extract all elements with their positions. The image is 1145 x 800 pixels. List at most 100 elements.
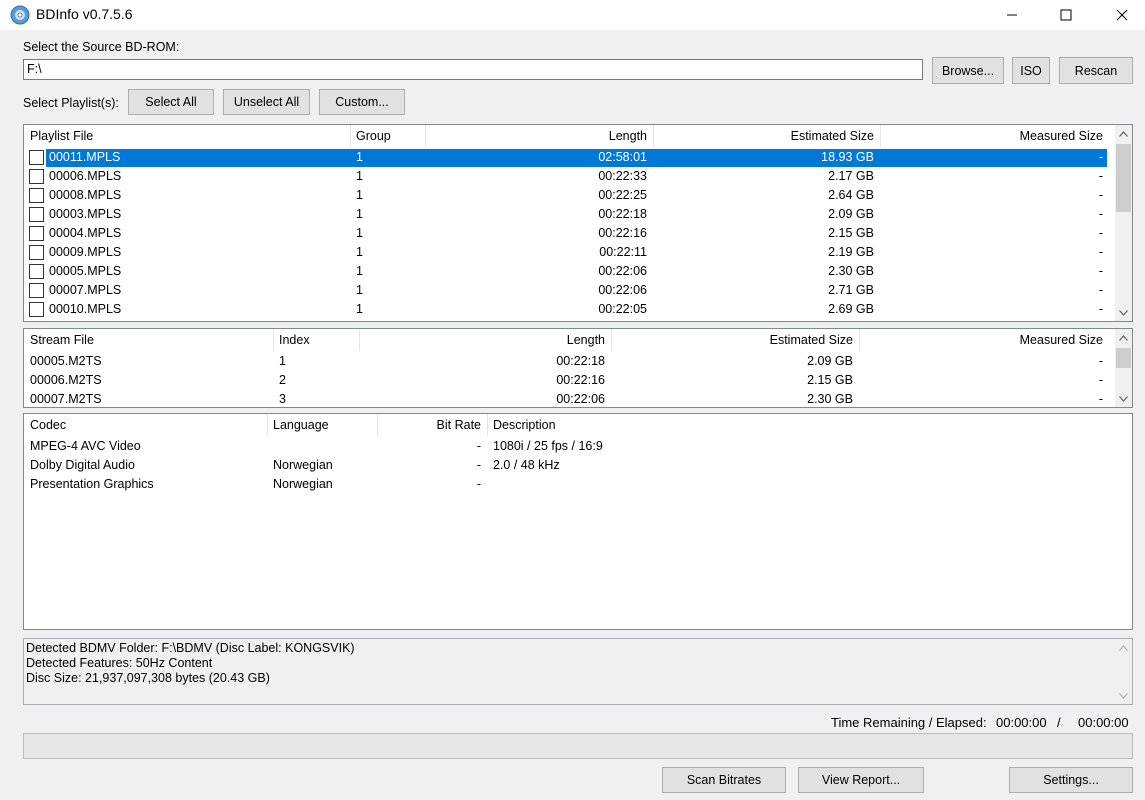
scroll-down-icon[interactable]	[1115, 687, 1132, 704]
row-checkbox[interactable]	[29, 302, 44, 317]
codec-table: Codec Language Bit Rate Description MPEG…	[23, 413, 1133, 630]
minimize-button[interactable]	[984, 0, 1040, 30]
stream-length: 00:22:18	[556, 354, 605, 368]
column-stream-file[interactable]: Stream File	[24, 329, 273, 351]
row-checkbox[interactable]	[29, 283, 44, 298]
scroll-down-icon[interactable]	[1115, 304, 1132, 321]
playlist-estimated-size: 2.19 GB	[828, 245, 874, 259]
playlist-file: 00008.MPLS	[49, 188, 122, 202]
table-row[interactable]: 00006.M2TS 2 00:22:16 2.15 GB -	[24, 371, 1114, 390]
scroll-thumb[interactable]	[1116, 144, 1131, 212]
column-stream-estimated-size[interactable]: Estimated Size	[611, 329, 859, 351]
row-checkbox[interactable]	[29, 207, 44, 222]
playlist-group: 1	[356, 169, 363, 183]
rescan-button[interactable]: Rescan	[1059, 57, 1133, 84]
close-icon	[1116, 9, 1128, 21]
table-row[interactable]: 00010.MPLS 1 00:22:05 2.69 GB -	[24, 300, 1114, 319]
playlist-scrollbar[interactable]	[1115, 125, 1132, 321]
disc-info-log[interactable]: Detected BDMV Folder: F:\BDMV (Disc Labe…	[23, 638, 1133, 705]
browse-button[interactable]: Browse...	[932, 57, 1004, 84]
stream-index: 2	[279, 373, 286, 387]
stream-length: 00:22:16	[556, 373, 605, 387]
select-playlists-label: Select Playlist(s):	[23, 96, 119, 110]
row-checkbox[interactable]	[29, 226, 44, 241]
playlist-length: 00:22:16	[598, 226, 647, 240]
scroll-up-icon[interactable]	[1115, 639, 1132, 656]
row-checkbox[interactable]	[29, 188, 44, 203]
table-row[interactable]: 00011.MPLS 1 02:58:01 18.93 GB -	[24, 148, 1114, 167]
maximize-button[interactable]	[1038, 0, 1094, 30]
codec-table-header: Codec Language Bit Rate Description	[24, 414, 1132, 436]
disc-icon	[10, 5, 30, 25]
stream-scrollbar[interactable]	[1115, 329, 1132, 407]
table-row[interactable]: 00003.MPLS 1 00:22:18 2.09 GB -	[24, 205, 1114, 224]
column-length[interactable]: Length	[425, 125, 653, 147]
column-measured-size[interactable]: Measured Size	[880, 125, 1109, 147]
time-remaining: 00:00:00	[996, 715, 1047, 730]
view-report-button[interactable]: View Report...	[798, 767, 924, 793]
row-checkbox[interactable]	[29, 245, 44, 260]
custom-button[interactable]: Custom...	[319, 89, 405, 115]
playlist-group: 1	[356, 245, 363, 259]
stream-index: 1	[279, 354, 286, 368]
iso-button[interactable]: ISO	[1012, 57, 1050, 84]
codec-language: Norwegian	[273, 458, 333, 472]
codec-bit-rate: -	[476, 439, 481, 453]
stream-measured-size: -	[1098, 392, 1103, 406]
source-path-input[interactable]: F:\	[23, 59, 923, 80]
column-estimated-size[interactable]: Estimated Size	[653, 125, 880, 147]
log-text: Detected BDMV Folder: F:\BDMV (Disc Labe…	[26, 641, 355, 686]
stream-estimated-size: 2.15 GB	[807, 373, 853, 387]
close-button[interactable]	[1094, 0, 1145, 30]
playlist-estimated-size: 2.30 GB	[828, 264, 874, 278]
row-checkbox[interactable]	[29, 169, 44, 184]
column-bit-rate[interactable]: Bit Rate	[377, 414, 487, 436]
table-row[interactable]: 00006.MPLS 1 00:22:33 2.17 GB -	[24, 167, 1114, 186]
table-row[interactable]: 00005.MPLS 1 00:22:06 2.30 GB -	[24, 262, 1114, 281]
column-group[interactable]: Group	[350, 125, 425, 147]
column-stream-length[interactable]: Length	[359, 329, 611, 351]
log-line: Detected Features: 50Hz Content	[26, 656, 213, 670]
playlist-table: Playlist File Group Length Estimated Siz…	[23, 124, 1133, 322]
codec-language: Norwegian	[273, 477, 333, 491]
column-index[interactable]: Index	[273, 329, 359, 351]
table-row[interactable]: 00007.MPLS 1 00:22:06 2.71 GB -	[24, 281, 1114, 300]
scroll-up-icon[interactable]	[1115, 125, 1132, 142]
table-row[interactable]: 00007.M2TS 3 00:22:06 2.30 GB -	[24, 390, 1114, 407]
table-row[interactable]: Dolby Digital Audio Norwegian - 2.0 / 48…	[24, 456, 1114, 475]
unselect-all-button[interactable]: Unselect All	[223, 89, 310, 115]
table-row[interactable]: 00009.MPLS 1 00:22:11 2.19 GB -	[24, 243, 1114, 262]
playlist-group: 1	[356, 283, 363, 297]
select-all-button[interactable]: Select All	[128, 89, 214, 115]
playlist-group: 1	[356, 207, 363, 221]
codec-name: Presentation Graphics	[30, 477, 154, 491]
stream-length: 00:22:06	[556, 392, 605, 406]
playlist-estimated-size: 2.17 GB	[828, 169, 874, 183]
scroll-thumb[interactable]	[1116, 348, 1131, 368]
column-codec[interactable]: Codec	[24, 414, 267, 436]
table-row[interactable]: 00004.MPLS 1 00:22:16 2.15 GB -	[24, 224, 1114, 243]
table-row[interactable]: MPEG-4 AVC Video - 1080i / 25 fps / 16:9	[24, 437, 1114, 456]
playlist-table-header: Playlist File Group Length Estimated Siz…	[24, 125, 1132, 147]
row-checkbox[interactable]	[29, 150, 44, 165]
table-row[interactable]: 00005.M2TS 1 00:22:18 2.09 GB -	[24, 352, 1114, 371]
playlist-measured-size: -	[1098, 188, 1103, 202]
scroll-up-icon[interactable]	[1115, 329, 1132, 346]
column-language[interactable]: Language	[267, 414, 377, 436]
column-description[interactable]: Description	[487, 414, 787, 436]
column-playlist-file[interactable]: Playlist File	[24, 125, 350, 147]
playlist-group: 1	[356, 150, 363, 164]
scan-bitrates-button[interactable]: Scan Bitrates	[662, 767, 786, 793]
playlist-file: 00004.MPLS	[49, 226, 122, 240]
stream-table-header: Stream File Index Length Estimated Size …	[24, 329, 1132, 351]
table-row[interactable]: Presentation Graphics Norwegian -	[24, 475, 1114, 494]
settings-button[interactable]: Settings...	[1009, 767, 1133, 793]
codec-name: Dolby Digital Audio	[30, 458, 135, 472]
codec-description: 2.0 / 48 kHz	[493, 458, 560, 472]
log-scrollbar[interactable]	[1115, 639, 1132, 704]
log-line: Detected BDMV Folder: F:\BDMV (Disc Labe…	[26, 641, 355, 655]
scroll-down-icon[interactable]	[1115, 390, 1132, 407]
table-row[interactable]: 00008.MPLS 1 00:22:25 2.64 GB -	[24, 186, 1114, 205]
column-stream-measured-size[interactable]: Measured Size	[859, 329, 1109, 351]
row-checkbox[interactable]	[29, 264, 44, 279]
